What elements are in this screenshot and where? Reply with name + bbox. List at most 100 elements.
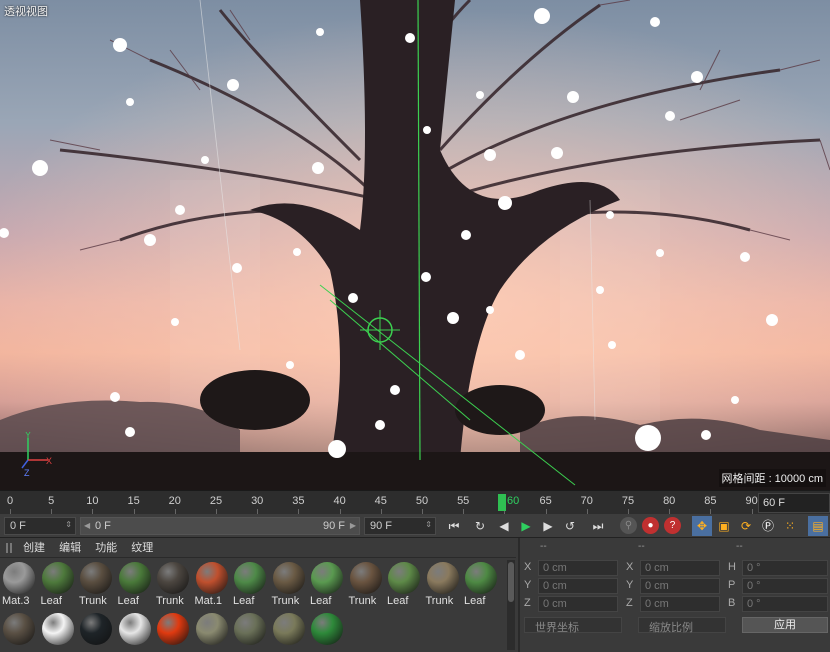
timeline-tick-label: 45 (374, 495, 387, 507)
material-swatch[interactable] (156, 611, 192, 652)
material-swatch[interactable] (310, 611, 346, 652)
apply-button[interactable]: 应用 (742, 617, 828, 633)
material-label: Leaf (464, 595, 486, 607)
panel-grip-icon[interactable] (6, 543, 14, 554)
material-swatch[interactable] (79, 611, 115, 652)
timeline-tick-label: 25 (209, 495, 223, 507)
rotation-header: -- (736, 541, 743, 552)
scale-track-button[interactable]: ▣ (714, 516, 734, 536)
max-frame-field[interactable]: 90 F ⇕ (364, 517, 436, 535)
record-icon: ● (647, 520, 654, 531)
material-preview-sphere (118, 562, 151, 594)
coordinate-value-field[interactable]: 0 ° (742, 596, 828, 612)
material-scrollbar[interactable] (507, 560, 515, 650)
arrow-right-icon: ▶ (349, 521, 356, 530)
timeline-icon: ▤ (812, 519, 824, 533)
preview-range-slider[interactable]: ◀ 0 F 90 F ▶ (80, 517, 360, 535)
perspective-viewport[interactable]: 透视视图 Y X Z 网格间距 : 10000 cm (0, 0, 830, 490)
axis-gizmo: Y X Z (21, 432, 52, 478)
timeline-tick-label: 90 (745, 495, 758, 507)
current-frame-value: 0 F (10, 520, 26, 532)
material-swatch[interactable]: Mat.1 (195, 560, 231, 608)
timeline-tick-label: 10 (86, 495, 99, 507)
material-swatch[interactable]: Trunk (79, 560, 115, 608)
material-swatch[interactable]: Leaf (233, 560, 269, 608)
menu-edit[interactable]: 编辑 (59, 542, 81, 554)
material-preview-sphere (3, 562, 35, 594)
timeline-end-field[interactable]: 60 F (758, 493, 830, 513)
coordinate-space-dropdown[interactable]: 世界坐标 (524, 617, 622, 634)
material-swatch[interactable]: Trunk (349, 560, 385, 608)
material-preview-sphere (272, 562, 305, 594)
coordinate-value-field[interactable]: 0 cm (640, 596, 720, 612)
material-swatch[interactable]: Leaf (41, 560, 77, 608)
material-preview-sphere (41, 613, 74, 645)
material-swatch[interactable]: Leaf (464, 560, 500, 608)
viewport-title: 透视视图 (4, 6, 48, 18)
material-label: Leaf (310, 595, 332, 607)
scale-mode-dropdown[interactable]: 缩放比例 (638, 617, 726, 634)
coordinate-value-field[interactable]: 0 cm (538, 578, 618, 594)
point-level-button[interactable]: ⁙ (780, 516, 800, 536)
coordinate-value-field[interactable]: 0 cm (640, 578, 720, 594)
stepper-icon: ⇕ (425, 520, 432, 529)
material-swatch[interactable] (272, 611, 308, 652)
coordinate-value-field[interactable]: 0 cm (538, 560, 618, 576)
range-end-label: 90 F (322, 520, 345, 532)
material-swatch[interactable]: Leaf (387, 560, 423, 608)
scrollbar-thumb[interactable] (508, 562, 514, 602)
keyframe-selection-button[interactable]: ? (664, 517, 681, 534)
previous-key-button[interactable]: ↻ (470, 516, 490, 536)
material-swatch[interactable] (41, 611, 77, 652)
previous-frame-button[interactable]: ◀ (494, 516, 514, 536)
coordinate-value-field[interactable]: 0 ° (742, 560, 828, 576)
playhead[interactable] (498, 494, 506, 511)
material-label: Mat.1 (194, 595, 223, 607)
material-swatch[interactable] (2, 611, 38, 652)
play-button[interactable]: ▶ (516, 516, 536, 536)
material-preview-sphere (41, 562, 74, 594)
material-swatch[interactable]: Mat.3 (2, 560, 38, 608)
scene-render (0, 0, 830, 490)
coordinate-space-value: 世界坐标 (535, 622, 579, 634)
menu-texture[interactable]: 纹理 (131, 542, 153, 554)
menu-create[interactable]: 创建 (23, 542, 45, 554)
next-frame-button[interactable]: ▶ (538, 516, 558, 536)
position-track-button[interactable]: ✥ (692, 516, 712, 536)
parameter-track-button[interactable]: Ⓟ (758, 516, 778, 536)
material-swatch[interactable] (195, 611, 231, 652)
material-label: Trunk (79, 595, 107, 607)
material-swatch[interactable]: Leaf (118, 560, 154, 608)
material-label: Trunk (425, 595, 454, 607)
material-swatch[interactable]: Trunk (156, 560, 192, 608)
go-to-end-button[interactable]: ⏭ (588, 516, 608, 536)
material-swatch[interactable]: Leaf (310, 560, 346, 608)
grid-spacing-label: 网格间距 : 10000 cm (718, 469, 826, 487)
material-swatch[interactable]: Trunk (426, 560, 462, 608)
autokey-button[interactable]: ● (642, 517, 659, 534)
menu-function[interactable]: 功能 (95, 542, 117, 554)
material-preview-sphere (195, 562, 228, 594)
material-swatch[interactable]: Trunk (272, 560, 308, 608)
timeline-menu-button[interactable]: ▤ (808, 516, 828, 536)
material-swatch[interactable] (118, 611, 154, 652)
range-start-label: 0 F (95, 520, 111, 532)
rotation-track-button[interactable]: ⟳ (736, 516, 756, 536)
move-icon: ✥ (696, 519, 708, 533)
next-key-button[interactable]: ↺ (560, 516, 580, 536)
axis-y-label: Y (25, 432, 31, 440)
timeline-ruler[interactable]: 0 5 10 15 20 25 30 35 40 45 50 55 60 65 70 75 80 85 90 60 … (0, 490, 830, 514)
coordinate-value-field[interactable]: 0 cm (640, 560, 720, 576)
timeline-tick-label: 75 (621, 495, 635, 507)
current-frame-field[interactable]: 0 F ⇕ (4, 517, 76, 535)
current-frame-label: 60 (507, 495, 520, 507)
coordinate-value-field[interactable]: 0 cm (538, 596, 618, 612)
timeline-tick-label: 40 (333, 495, 346, 507)
record-keys-button[interactable]: ⚲ (620, 517, 637, 534)
go-to-start-button[interactable]: ⏮ (444, 516, 464, 536)
coordinate-axis-label: X (626, 561, 634, 573)
material-preview-sphere (465, 562, 497, 594)
coordinate-value-field[interactable]: 0 ° (742, 578, 828, 594)
material-swatch[interactable] (233, 611, 269, 652)
coordinate-axis-label: Y (626, 579, 634, 591)
